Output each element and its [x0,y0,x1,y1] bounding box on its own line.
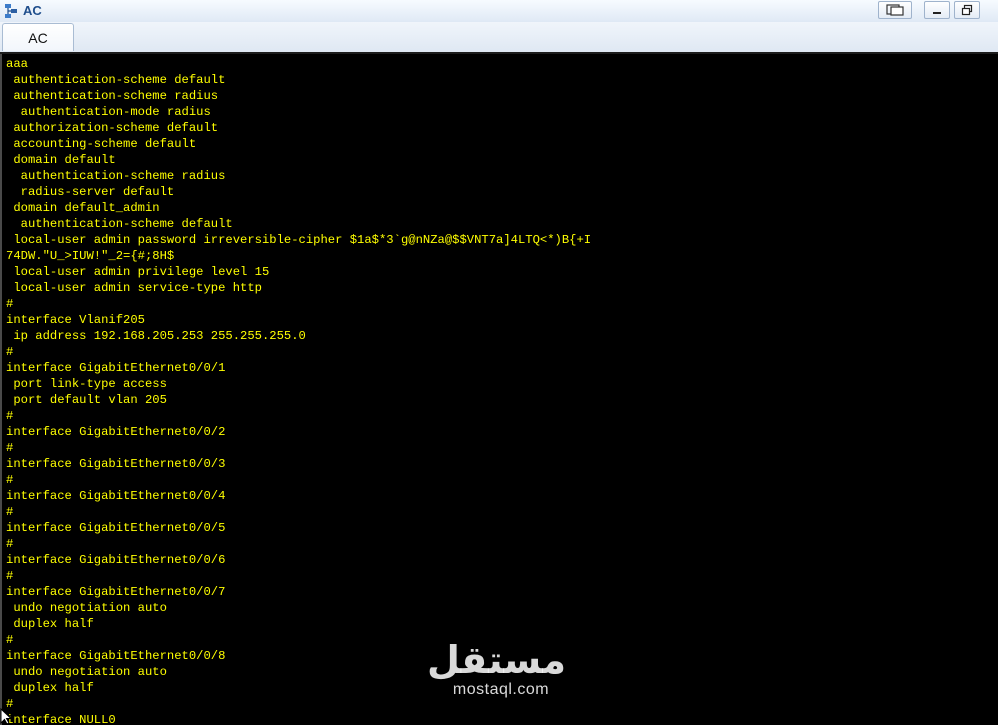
watermark-arabic: مستقل [427,638,566,682]
terminal-line: interface NULL0 [6,713,116,725]
terminal-line: authentication-scheme default [6,73,226,87]
terminal-line: authentication-scheme radius [6,169,226,183]
terminal-output[interactable]: aaa authentication-scheme default authen… [2,54,998,725]
terminal-line: port link-type access [6,377,167,391]
terminal-line: authorization-scheme default [6,121,219,135]
terminal-line: # [6,505,14,519]
terminal-line: accounting-scheme default [6,137,197,151]
tab-bar: AC [0,22,998,52]
minimize-icon [933,12,941,14]
screen-icon [886,4,904,16]
app-icon [5,4,17,18]
watermark-latin: mostaql.com [452,681,550,698]
terminal-line: # [6,569,14,583]
terminal-line: # [6,297,14,311]
terminal-line: duplex half [6,617,94,631]
terminal-line: # [6,441,14,455]
terminal-line: port default vlan 205 [6,393,167,407]
mouse-cursor-icon [0,708,12,725]
title-bar: AC [0,0,998,23]
terminal-line: interface GigabitEthernet0/0/7 [6,585,226,599]
terminal-line: interface GigabitEthernet0/0/6 [6,553,226,567]
terminal-line: # [6,409,14,423]
terminal-text: aaa authentication-scheme default authen… [6,56,591,725]
fullscreen-button[interactable] [878,1,912,19]
terminal-line: interface GigabitEthernet0/0/3 [6,457,226,471]
terminal-line: interface GigabitEthernet0/0/2 [6,425,226,439]
terminal-line: local-user admin privilege level 15 [6,265,270,279]
terminal-line: 74DW."U_>IUW!"_2={#;8H$ [6,249,175,263]
terminal-line: # [6,473,14,487]
terminal-line: local-user admin service-type http [6,281,262,295]
terminal-line: authentication-scheme radius [6,89,219,103]
terminal-line: domain default_admin [6,201,160,215]
terminal-line: interface GigabitEthernet0/0/4 [6,489,226,503]
terminal-line: authentication-scheme default [6,217,233,231]
terminal-line: authentication-mode radius [6,105,211,119]
terminal-line: interface GigabitEthernet0/0/1 [6,361,226,375]
terminal-line: undo negotiation auto [6,601,167,615]
watermark: مستقل mostaql.com [427,638,566,712]
terminal-line: interface GigabitEthernet0/0/5 [6,521,226,535]
terminal-line: # [6,537,14,551]
minimize-button[interactable] [924,1,950,19]
terminal-line: aaa [6,57,28,71]
restore-button[interactable] [954,1,980,19]
window-title: AC [23,3,42,18]
terminal-line: # [6,345,14,359]
terminal-line: ip address 192.168.205.253 255.255.255.0 [6,329,306,343]
terminal-line: interface Vlanif205 [6,313,145,327]
terminal-line: radius-server default [6,185,175,199]
tab-ac[interactable]: AC [2,23,74,51]
terminal-line: domain default [6,153,116,167]
terminal-line: local-user admin password irreversible-c… [6,233,592,247]
restore-icon [961,4,973,16]
